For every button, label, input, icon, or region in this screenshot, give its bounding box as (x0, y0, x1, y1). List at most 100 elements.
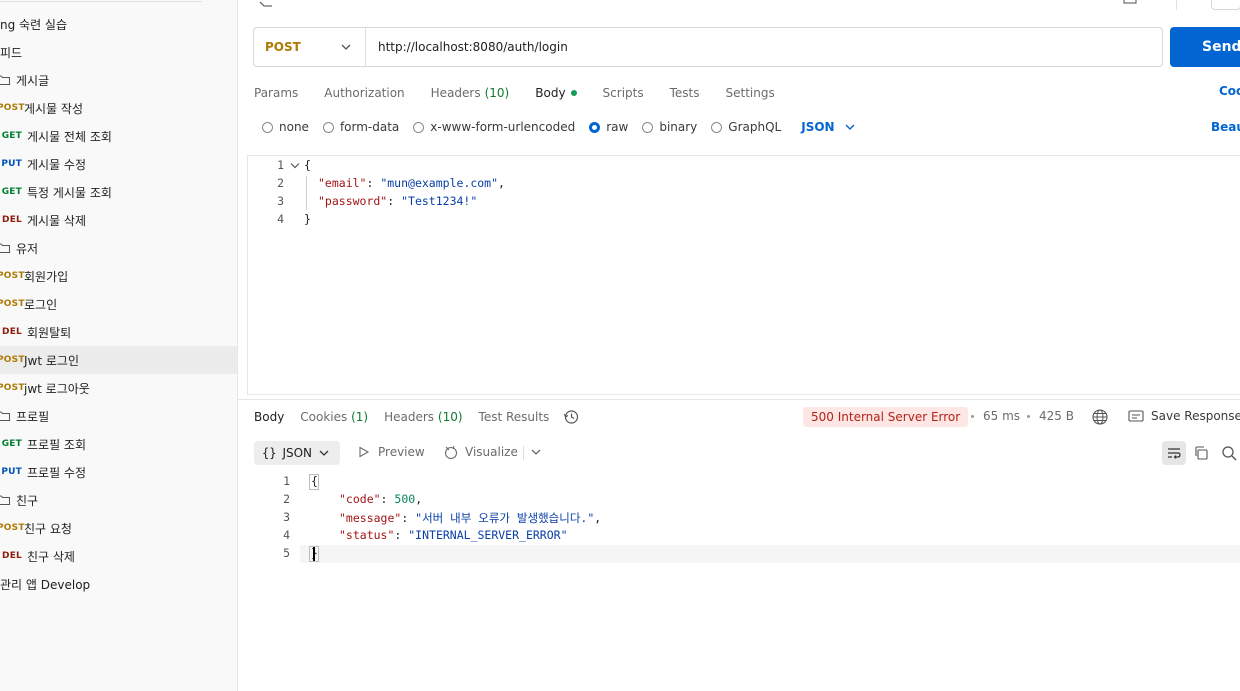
sidebar-item[interactable]: 피드 (0, 38, 237, 66)
copy-icon[interactable] (1193, 445, 1209, 461)
url-input[interactable]: http://localhost:8080/auth/login (366, 40, 568, 54)
sidebar-item[interactable]: 관리 앱 Develop (0, 570, 237, 598)
sidebar-request[interactable]: DEL 게시물 삭제 (0, 206, 237, 234)
http-method-select[interactable]: POST (254, 28, 366, 66)
http-method-badge: DEL (2, 551, 22, 561)
tab-label: Authorization (324, 86, 405, 100)
code-link[interactable]: Coo (1219, 84, 1240, 98)
request-url-bar: POST http://localhost:8080/auth/login (253, 27, 1163, 67)
visualize-icon (444, 445, 458, 460)
sidebar-request[interactable]: PUT 프로필 수정 (0, 458, 237, 486)
history-icon[interactable] (563, 409, 579, 425)
json-key: "password" (318, 194, 388, 208)
beautify-link[interactable]: Beau (1211, 120, 1240, 134)
send-button[interactable]: Send (1170, 27, 1240, 67)
sidebar-request[interactable]: GET 프로필 조회 (0, 430, 237, 458)
tab-body[interactable]: Body (535, 86, 577, 100)
tab-label: Tests (669, 86, 700, 100)
tab-params[interactable]: Params (254, 86, 298, 100)
back-arrow-icon[interactable] (258, 0, 274, 10)
sidebar-folder[interactable]: 유저 (0, 234, 237, 262)
code-line: "message": "서버 내부 오류가 발생했습니다.", (339, 511, 602, 525)
response-format-select[interactable]: {} JSON (254, 441, 340, 465)
save-response-button[interactable]: Save Response (1128, 409, 1240, 423)
request-body-editor[interactable]: 1 2 3 4 { "email": "mun@example.com", "p… (247, 155, 1240, 395)
status-badge[interactable]: 500 Internal Server Error (803, 407, 969, 427)
sidebar-request[interactable]: GET 특정 게시물 조회 (0, 178, 237, 206)
body-type-GraphQL[interactable]: GraphQL (711, 120, 781, 134)
code-line: { (304, 158, 311, 172)
sidebar-folder[interactable]: 프로필 (0, 402, 237, 430)
response-size[interactable]: 425 B (1039, 409, 1074, 423)
wrap-lines-icon (1168, 448, 1181, 459)
sidebar-item-label: 프로필 (16, 409, 50, 424)
sidebar-folder[interactable]: 친구 (0, 486, 237, 514)
pane-divider[interactable] (238, 399, 1240, 400)
json-key: "message" (339, 511, 402, 525)
braces-icon: {} (262, 446, 277, 460)
sidebar-request[interactable]: DEL 회원탈퇴 (0, 318, 237, 346)
json-string: "서버 내부 오류가 발생했습니다." (415, 511, 595, 525)
environment-select[interactable] (1211, 0, 1240, 10)
sidebar-request[interactable]: POSTjwt 로그아웃 (0, 374, 237, 402)
tab-tests[interactable]: Tests (670, 86, 700, 100)
body-format-value: JSON (801, 120, 835, 134)
code-line: "password": "Test1234!" (318, 194, 478, 208)
sidebar-request[interactable]: GET 게시물 전체 조회 (0, 122, 237, 150)
search-icon[interactable] (1221, 445, 1237, 461)
json-string: "INTERNAL_SERVER_ERROR" (408, 528, 568, 542)
line-number: 1 (283, 474, 290, 488)
code-line: "code": 500, (339, 492, 423, 506)
chevron-down-icon[interactable] (528, 444, 544, 460)
sidebar-search-edge (0, 0, 202, 2)
visualize-button[interactable]: Visualize (443, 444, 518, 460)
body-type-raw[interactable]: raw (589, 120, 628, 134)
sidebar-request[interactable]: PUT 게시물 수정 (0, 150, 237, 178)
tab-headers[interactable]: Headers (10) (431, 86, 510, 100)
folder-icon (0, 243, 10, 253)
body-type-x-www-form-urlencoded[interactable]: x-www-form-urlencoded (413, 120, 575, 134)
http-method-badge: POST (0, 523, 25, 533)
fold-chevron-icon[interactable] (290, 162, 300, 170)
tab-settings[interactable]: Settings (726, 86, 775, 100)
sidebar-item-label: 로그인 (24, 297, 58, 312)
globe-icon[interactable] (1092, 409, 1108, 425)
line-number: 1 (277, 158, 284, 172)
sidebar-request[interactable]: POST회원가입 (0, 262, 237, 290)
radio-icon (322, 121, 334, 133)
save-icon[interactable] (1122, 0, 1138, 10)
response-tab-body[interactable]: Body (254, 410, 284, 424)
tab-scripts[interactable]: Scripts (603, 86, 644, 100)
sidebar-request[interactable]: POSTJwt 로그인 (0, 346, 237, 374)
tab-label: Scripts (602, 86, 644, 100)
tab-label: Body (254, 410, 285, 424)
sidebar-item-label: Jwt 로그인 (24, 353, 79, 368)
sidebar-request[interactable]: POST친구 요청 (0, 514, 237, 542)
wrap-lines-button[interactable] (1162, 441, 1186, 465)
sidebar-request[interactable]: DEL 친구 삭제 (0, 542, 237, 570)
response-tab-headers[interactable]: Headers (10) (384, 410, 462, 424)
response-tab-test-results[interactable]: Test Results (479, 410, 550, 424)
postman-app: ng 숙련 실습피드게시글POST게시물 작성GET게시물 전체 조회PUT게시… (0, 0, 1240, 691)
body-format-select[interactable]: JSON (801, 120, 855, 134)
tab-label: Test Results (478, 410, 550, 424)
sidebar-item[interactable]: ng 숙련 실습 (0, 10, 237, 38)
line-number: 2 (283, 492, 290, 506)
response-tab-cookies[interactable]: Cookies (1) (300, 410, 368, 424)
sidebar-folder[interactable]: 게시글 (0, 66, 237, 94)
radio-label: GraphQL (728, 120, 782, 134)
http-method-badge: POST (0, 271, 25, 281)
response-time[interactable]: 65 ms (983, 409, 1020, 423)
http-method-badge: POST (0, 355, 25, 365)
line-number: 4 (283, 528, 290, 542)
preview-button[interactable]: Preview (358, 445, 425, 459)
sidebar-item-label: 프로필 조회 (27, 437, 87, 452)
tab-authorization[interactable]: Authorization (324, 86, 404, 100)
sidebar-request[interactable]: POST로그인 (0, 290, 237, 318)
body-type-binary[interactable]: binary (642, 120, 697, 134)
folder-icon (0, 411, 10, 421)
body-type-form-data[interactable]: form-data (322, 120, 399, 134)
body-type-none[interactable]: none (262, 120, 309, 134)
sidebar-request[interactable]: POST게시물 작성 (0, 94, 237, 122)
indent-guide (306, 176, 307, 210)
